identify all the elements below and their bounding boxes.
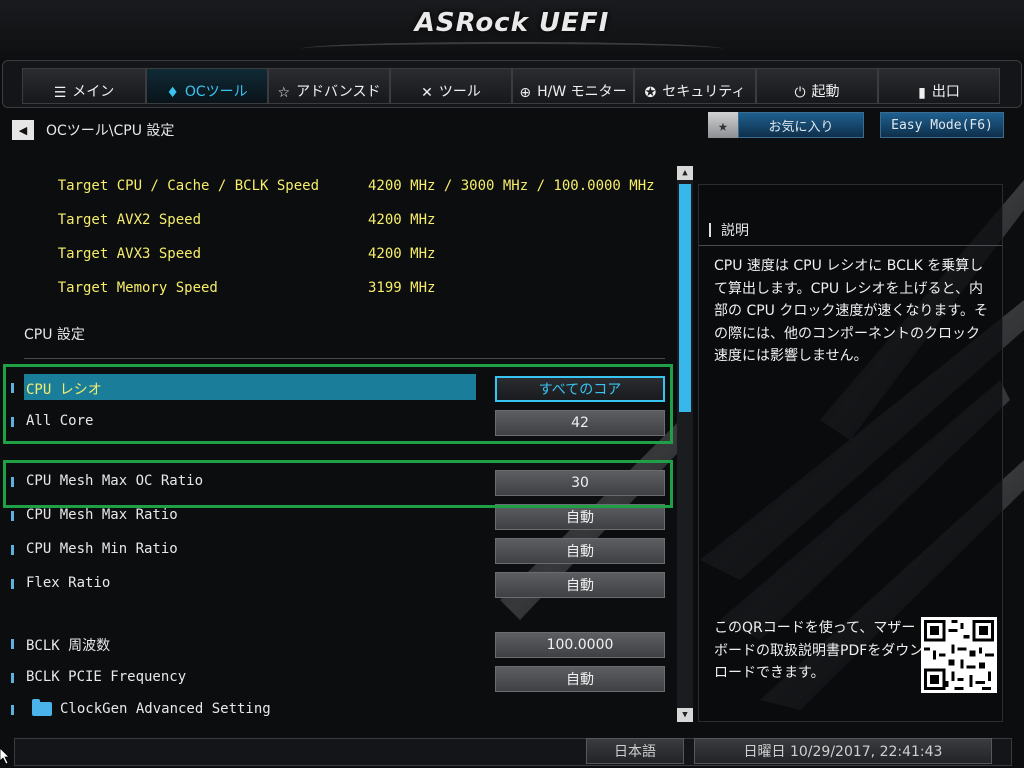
setting-bullet bbox=[11, 579, 14, 589]
setting-row-bclk-frequency[interactable]: BCLK 周波数 100.0000 bbox=[0, 630, 676, 658]
breadcrumb-path: OCツール\CPU 設定 bbox=[46, 123, 175, 139]
target-value: 4200 MHz / 3000 MHz / 100.0000 MHz bbox=[368, 178, 655, 194]
section-title: CPU 設定 bbox=[24, 327, 85, 343]
monitor-icon: ⊕ bbox=[519, 85, 532, 101]
list-icon: ☰ bbox=[53, 85, 67, 101]
tab-label: メイン bbox=[72, 84, 115, 100]
favorites-label: お気に入り bbox=[738, 112, 864, 138]
setting-value-field[interactable]: 自動 bbox=[495, 666, 665, 692]
asrock-uefi-logo: ASRock UEFI bbox=[414, 8, 610, 38]
mouse-cursor-icon bbox=[0, 748, 10, 764]
tab-tools[interactable]: ✕ ツール bbox=[390, 68, 512, 104]
setting-value-field[interactable]: 自動 bbox=[495, 538, 665, 564]
back-button[interactable]: ◀ bbox=[12, 120, 34, 140]
description-header: 説明 bbox=[699, 215, 1002, 246]
section-divider bbox=[24, 358, 665, 359]
setting-row-clockgen-advanced[interactable]: ClockGen Advanced Setting bbox=[0, 696, 676, 724]
setting-bullet bbox=[11, 705, 14, 715]
scroll-down-arrow[interactable]: ▼ bbox=[677, 708, 693, 722]
annotation-box-mesh-max-oc bbox=[3, 460, 673, 508]
tab-boot[interactable]: ⏻ 起動 bbox=[756, 68, 878, 104]
qr-description-text: このQRコードを使って、マザーボードの取扱説明書PDFをダウンロードできます。 bbox=[714, 620, 924, 681]
easy-mode-button[interactable]: Easy Mode(F6) bbox=[880, 112, 1004, 138]
setting-value-field[interactable]: 自動 bbox=[495, 572, 665, 598]
tab-advanced[interactable]: ☆ アドバンスド bbox=[268, 68, 390, 104]
target-label: Target AVX3 Speed bbox=[57, 246, 202, 262]
setting-label: CPU Mesh Min Ratio bbox=[26, 541, 178, 557]
tab-exit[interactable]: ▮ 出口 bbox=[878, 68, 1000, 104]
tools-icon: ✕ bbox=[421, 85, 433, 101]
flame-icon: ♦ bbox=[166, 85, 179, 101]
folder-icon bbox=[32, 699, 52, 716]
tab-label: OCツール bbox=[184, 84, 248, 100]
setting-label: CPU Mesh Max Ratio bbox=[26, 507, 178, 523]
setting-bullet bbox=[11, 545, 14, 555]
tab-hw-monitor[interactable]: ⊕ H/W モニター bbox=[512, 68, 634, 104]
tab-label: ツール bbox=[438, 84, 481, 100]
settings-panel: Target CPU / Cache / BCLK Speed 4200 MHz … bbox=[0, 150, 676, 726]
setting-bullet bbox=[11, 511, 14, 521]
datetime-display: 日曜日 10/29/2017, 22:41:43 bbox=[694, 738, 992, 764]
language-button[interactable]: 日本語 bbox=[586, 738, 684, 764]
tab-security[interactable]: ✪ セキュリティ bbox=[634, 68, 756, 104]
setting-label: BCLK 周波数 bbox=[26, 638, 111, 654]
shield-icon: ✪ bbox=[644, 85, 657, 101]
setting-row-bclk-pcie-frequency[interactable]: BCLK PCIE Frequency 自動 bbox=[0, 664, 676, 692]
tab-label: アドバンスド bbox=[296, 84, 381, 100]
tab-label: セキュリティ bbox=[662, 84, 746, 100]
tab-oc-tweaker[interactable]: ♦ OCツール bbox=[146, 68, 268, 104]
exit-door-icon: ▮ bbox=[918, 85, 926, 101]
setting-bullet bbox=[11, 673, 14, 683]
logo-ridge bbox=[300, 42, 724, 56]
header-logo-area: ASRock UEFI bbox=[0, 0, 1024, 60]
tab-label: 起動 bbox=[811, 84, 840, 100]
status-bar: 日本語 日曜日 10/29/2017, 22:41:43 bbox=[0, 732, 1024, 768]
main-tab-bar: ☰ メイン ♦ OCツール ☆ アドバンスド ✕ ツール ⊕ H/W モニター ✪ セキュリ… bbox=[0, 60, 1024, 110]
target-value: 4200 MHz bbox=[368, 212, 436, 228]
scroll-thumb[interactable] bbox=[679, 184, 691, 412]
target-label: Target Memory Speed bbox=[57, 280, 218, 296]
setting-value-field[interactable]: 100.0000 bbox=[495, 632, 665, 658]
setting-row-mesh-min-ratio[interactable]: CPU Mesh Min Ratio 自動 bbox=[0, 536, 676, 564]
description-title: 説明 bbox=[721, 223, 749, 239]
header-bar bbox=[709, 223, 711, 237]
target-label: Target CPU / Cache / BCLK Speed bbox=[57, 178, 320, 194]
annotation-box-cpu-ratio bbox=[3, 364, 673, 444]
target-value: 3199 MHz bbox=[368, 280, 436, 296]
target-value: 4200 MHz bbox=[368, 246, 436, 262]
tab-label: H/W モニター bbox=[537, 84, 627, 100]
setting-label: ClockGen Advanced Setting bbox=[60, 701, 271, 717]
tab-label: 出口 bbox=[931, 84, 960, 100]
setting-label: Flex Ratio bbox=[26, 575, 111, 591]
target-memory-speed-row: Target Memory Speed 3199 MHz bbox=[24, 264, 436, 312]
power-icon: ⏻ bbox=[794, 85, 806, 101]
star-icon: ★ bbox=[708, 112, 738, 138]
description-text: CPU 速度は CPU レシオに BCLK を乗算して算出します。CPU レシオ… bbox=[714, 258, 988, 364]
setting-bullet bbox=[11, 639, 14, 649]
breadcrumb: ◀ OCツール\CPU 設定 bbox=[12, 118, 174, 142]
description-panel: 説明 CPU 速度は CPU レシオに BCLK を乗算して算出します。CPU … bbox=[698, 184, 1003, 722]
favorites-button[interactable]: ★ お気に入り bbox=[708, 112, 864, 138]
target-label: Target AVX2 Speed bbox=[57, 212, 202, 228]
setting-label: BCLK PCIE Frequency bbox=[26, 669, 187, 685]
back-arrow-icon: ◀ bbox=[18, 123, 28, 137]
settings-scrollbar[interactable]: ▲ ▼ bbox=[677, 166, 693, 722]
star-icon: ☆ bbox=[277, 85, 291, 101]
scroll-up-arrow[interactable]: ▲ bbox=[677, 166, 693, 180]
qr-code bbox=[921, 617, 997, 693]
tab-main[interactable]: ☰ メイン bbox=[22, 68, 146, 104]
setting-row-flex-ratio[interactable]: Flex Ratio 自動 bbox=[0, 570, 676, 598]
